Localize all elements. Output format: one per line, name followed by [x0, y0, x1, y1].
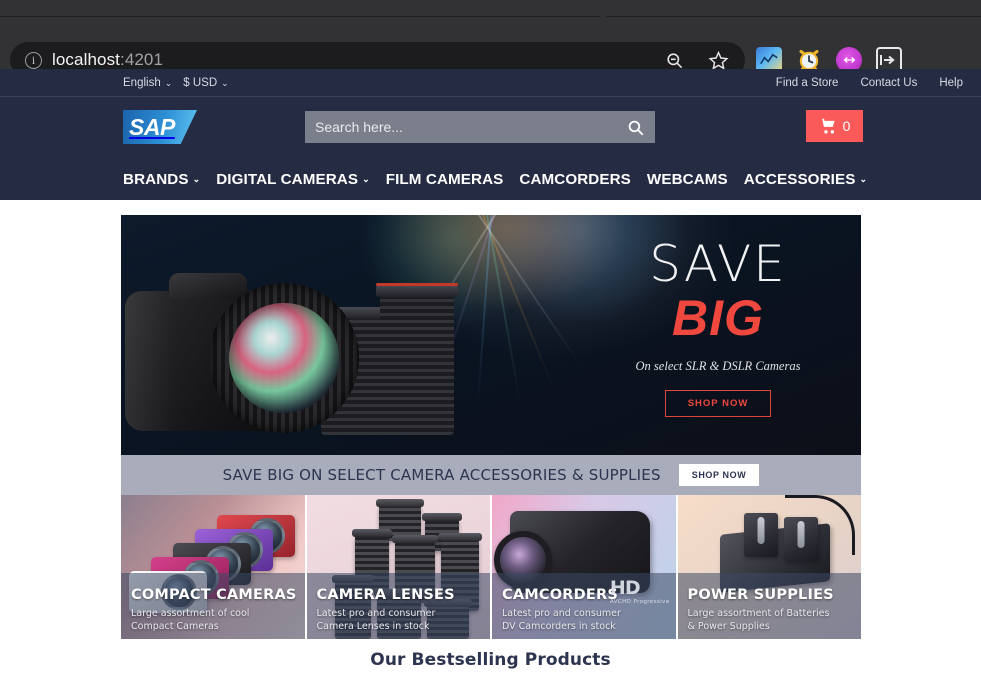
hero-shop-now-button[interactable]: SHOP NOW	[664, 390, 772, 417]
promo-text: SAVE BIG ON SELECT CAMERA ACCESSORIES & …	[222, 466, 661, 484]
tile-description: Large assortment of Batteries & Power Su…	[687, 608, 830, 632]
hero-headline-big: BIG	[672, 290, 764, 346]
tile-title: CAMCORDERS	[502, 587, 618, 603]
chevron-down-icon: ⌄	[164, 77, 173, 88]
category-tile-compact-cameras[interactable]: COMPACT CAMERAS Large assortment of cool…	[121, 495, 305, 639]
url-text: localhost:4201	[52, 50, 163, 70]
battery-image	[743, 513, 778, 557]
browser-tab[interactable]	[0, 0, 600, 17]
promo-shop-now-button[interactable]: SHOP NOW	[678, 464, 760, 486]
tile-description: Latest pro and consumer DV Camcorders in…	[502, 608, 621, 632]
utility-links: Find a Store Contact Us Help	[776, 69, 963, 96]
browser-tabstrip	[0, 0, 981, 17]
category-tile-camcorders[interactable]: CAMCORDERS Latest pro and consumer DV Ca…	[492, 495, 676, 639]
nav-item-webcams[interactable]: WEBCAMS	[647, 171, 728, 188]
category-tiles: COMPACT CAMERAS Large assortment of cool…	[121, 495, 861, 639]
browser-toolbar: i localhost:4201	[0, 17, 981, 78]
cart-count: 0	[842, 118, 851, 134]
chevron-down-icon: ⌄	[859, 173, 868, 184]
page-viewport: English ⌄ $ USD ⌄ Find a Store Contact Us …	[0, 69, 981, 696]
nav-item-film-cameras[interactable]: FILM CAMERAS	[386, 171, 504, 188]
hd-badge: HD AVCHD Progressive	[609, 577, 670, 605]
locale-selectors: English ⌄ $ USD ⌄	[123, 69, 229, 96]
hero-headline-save: SAVE	[649, 235, 787, 293]
language-selector[interactable]: English ⌄	[123, 77, 172, 89]
hero-subtitle: On select SLR & DSLR Cameras	[635, 359, 801, 373]
site-header: English ⌄ $ USD ⌄ Find a Store Contact Us …	[0, 69, 981, 200]
currency-selector[interactable]: $ USD ⌄	[183, 77, 228, 89]
nav-item-accessories[interactable]: ACCESSORIES ⌄	[744, 171, 867, 188]
hero-text-block: SAVE BIG On select SLR & DSLR Cameras SH…	[593, 237, 843, 417]
lens-image	[376, 283, 458, 435]
browser-chrome: i localhost:4201	[0, 0, 981, 78]
tile-title: CAMERA LENSES	[316, 587, 455, 603]
utility-bar: English ⌄ $ USD ⌄ Find a Store Contact Us …	[0, 69, 981, 97]
url-port: :4201	[120, 50, 164, 69]
chevron-down-icon: ⌄	[221, 77, 229, 88]
search-input[interactable]	[305, 111, 615, 143]
sap-logo[interactable]: SAP	[123, 110, 197, 144]
search-icon[interactable]	[615, 111, 655, 143]
tile-title: COMPACT CAMERAS	[131, 587, 297, 603]
shopping-cart-icon	[818, 118, 835, 134]
light-ray	[451, 215, 582, 367]
tile-description: Latest pro and consumer Camera Lenses in…	[316, 608, 436, 632]
sap-logo-text: SAP	[129, 113, 175, 140]
category-tile-power-supplies[interactable]: POWER SUPPLIES Large assortment of Batte…	[677, 495, 861, 639]
hero-banner[interactable]: SAVE BIG On select SLR & DSLR Cameras SH…	[121, 215, 861, 455]
tile-title: POWER SUPPLIES	[687, 587, 834, 603]
category-tile-camera-lenses[interactable]: CAMERA LENSES Latest pro and consumer Ca…	[306, 495, 490, 639]
find-a-store-link[interactable]: Find a Store	[776, 77, 839, 89]
cart-button[interactable]: 0	[806, 110, 863, 142]
chevron-down-icon: ⌄	[192, 173, 201, 184]
tile-description: Large assortment of cool Compact Cameras	[131, 608, 250, 632]
hero-camera-image	[125, 244, 458, 449]
header-main-row: SAP 0	[0, 97, 981, 157]
main-navigation: BRANDS ⌄ DIGITAL CAMERAS ⌄ FILM CAMERAS CA…	[123, 161, 867, 197]
nav-item-camcorders[interactable]: CAMCORDERS	[519, 171, 631, 188]
info-icon[interactable]: i	[25, 51, 42, 69]
browser-tab[interactable]	[606, 0, 981, 17]
nav-item-digital-cameras[interactable]: DIGITAL CAMERAS ⌄	[216, 171, 370, 188]
help-link[interactable]: Help	[939, 77, 963, 89]
contact-us-link[interactable]: Contact Us	[860, 77, 917, 89]
chevron-down-icon: ⌄	[362, 173, 370, 184]
promo-strip: SAVE BIG ON SELECT CAMERA ACCESSORIES & …	[121, 455, 861, 495]
charger-cable	[785, 495, 855, 555]
nav-item-brands[interactable]: BRANDS ⌄	[123, 171, 200, 188]
bestsellers-heading: Our Bestselling Products	[370, 650, 611, 670]
url-host: localhost	[52, 50, 120, 69]
search-bar[interactable]	[305, 111, 655, 143]
